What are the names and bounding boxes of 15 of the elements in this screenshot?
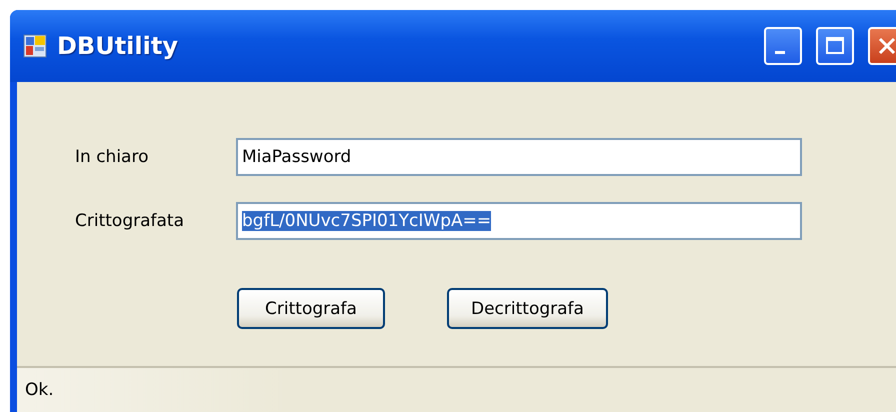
action-button[interactable]: Decrittografa	[447, 288, 608, 329]
text-field[interactable]: MiaPassword	[236, 138, 802, 176]
maximize-icon	[825, 36, 845, 56]
app-icon	[23, 34, 47, 58]
field-label: Crittografata	[75, 211, 185, 231]
close-icon	[877, 36, 896, 56]
action-button[interactable]: Crittografa	[237, 288, 385, 329]
window-title: DBUtility	[57, 32, 179, 60]
field-label: In chiaro	[75, 147, 150, 167]
close-button[interactable]	[868, 27, 896, 65]
status-text: Ok.	[25, 380, 55, 400]
text-field[interactable]: bgfL/0NUvc7SPI01YcIWpA==	[236, 202, 802, 240]
minimize-icon	[775, 50, 785, 54]
minimize-button[interactable]	[764, 27, 802, 65]
maximize-button[interactable]	[816, 27, 854, 65]
